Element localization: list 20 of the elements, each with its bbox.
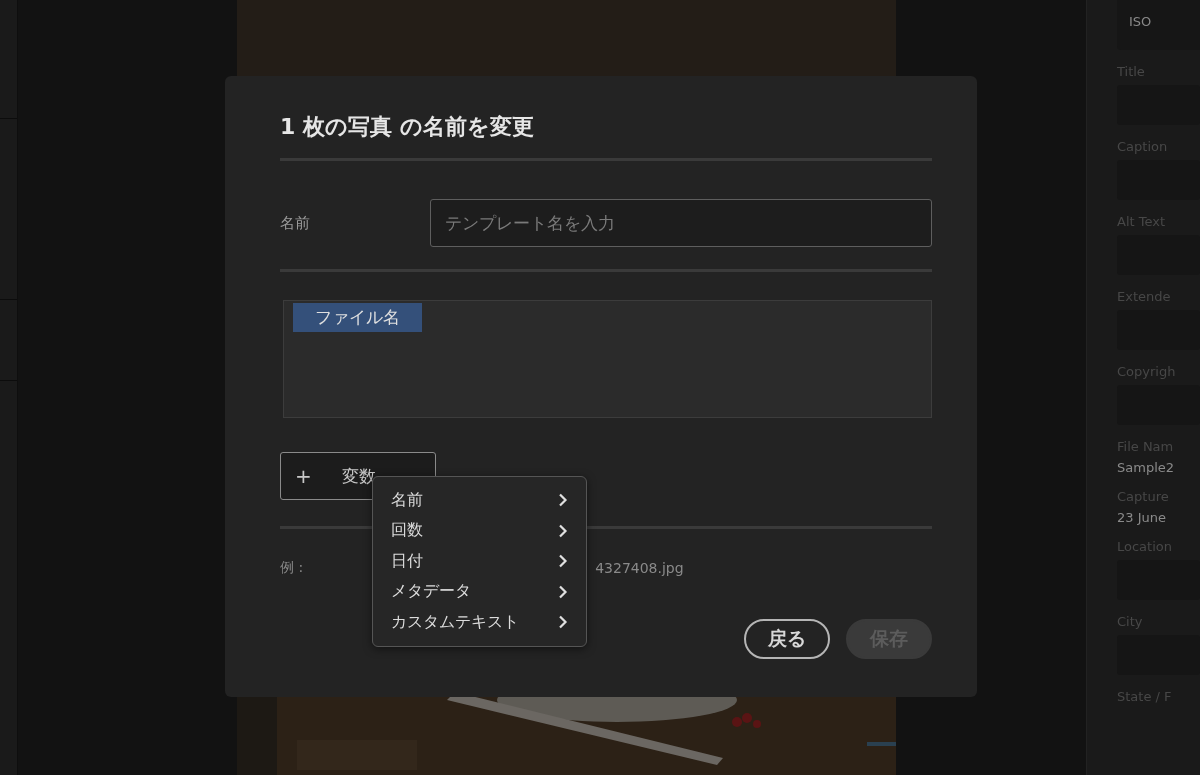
menu-item[interactable]: 回数 (373, 515, 586, 546)
token-area[interactable]: ファイル名 (283, 300, 932, 418)
metadata-value: ISO (1129, 14, 1153, 29)
menu-item[interactable]: カスタムテキスト (373, 607, 586, 638)
chevron-right-icon (558, 523, 568, 538)
menu-item[interactable]: 日付 (373, 546, 586, 577)
chevron-right-icon (558, 554, 568, 569)
metadata-value: Sample2 (1117, 460, 1175, 475)
menu-item[interactable]: メタデータ (373, 576, 586, 607)
example-label: 例 : (280, 559, 304, 577)
chevron-right-icon (558, 493, 568, 508)
chevron-right-icon (558, 584, 568, 599)
dialog-title: 1 枚の写真 の名前を変更 (280, 112, 932, 161)
example-filename: 4327408.jpg (595, 560, 684, 576)
variable-token[interactable]: ファイル名 (293, 303, 422, 332)
metadata-value: 23 June (1117, 510, 1167, 525)
template-name-field[interactable]: テンプレート名を入力 (430, 199, 932, 247)
chevron-right-icon (558, 615, 568, 630)
field-label: 名前 (280, 213, 311, 233)
back-button[interactable]: 戻る (744, 619, 830, 659)
